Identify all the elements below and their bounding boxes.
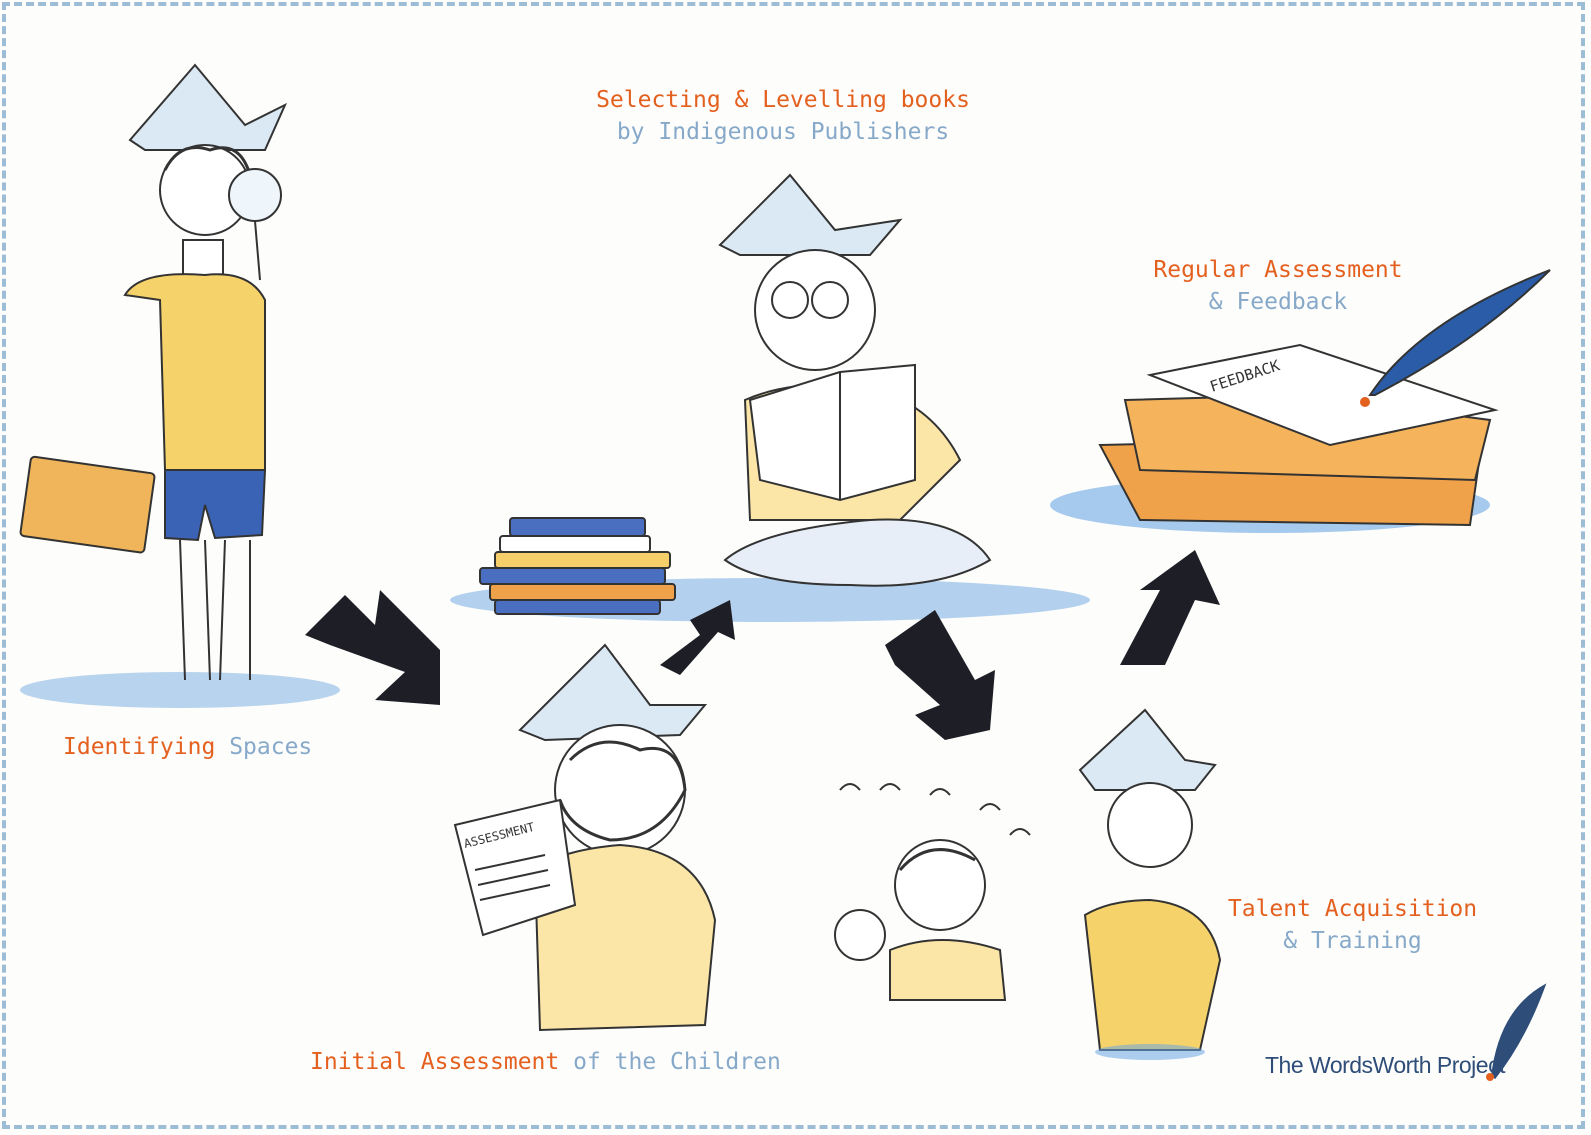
step-talent-label: Talent Acquisition & Training xyxy=(1205,893,1500,957)
step-identifying-label: Identifying Spaces xyxy=(63,731,312,763)
step-selecting-line1: Selecting & Levelling books xyxy=(596,87,970,113)
figure-talent-child xyxy=(1078,708,1222,1060)
book-stack-center xyxy=(479,517,676,615)
arrow-selecting-to-talent xyxy=(885,610,995,740)
figure-children-group xyxy=(834,783,1031,1001)
step-regular-label: Regular Assessment & Feedback xyxy=(1118,254,1438,318)
illustration-canvas: FEEDBACK ASSESSMENT xyxy=(19,63,1551,1081)
step-identifying-secondary: Spaces xyxy=(229,734,313,760)
step-regular-line2: & Feedback xyxy=(1208,289,1348,315)
step-regular-line1: Regular Assessment xyxy=(1153,257,1403,283)
process-diagram: FEEDBACK ASSESSMENT Selecting & Levellin… xyxy=(0,0,1591,1135)
figure-reader xyxy=(718,173,992,587)
step-talent-line2: & Training xyxy=(1283,928,1422,954)
step-initial-label: Initial Assessment of the Children xyxy=(310,1046,781,1078)
step-initial-primary: Initial Assessment xyxy=(310,1049,560,1075)
figure-identifying-child xyxy=(19,63,288,681)
step-selecting-label: Selecting & Levelling books by Indigenou… xyxy=(560,84,1006,148)
brand-logo-text: The WordsWorth Project xyxy=(1265,1052,1505,1078)
figure-assessor: ASSESSMENT xyxy=(453,643,717,1032)
step-identifying-primary: Identifying xyxy=(63,734,216,760)
step-selecting-line2: by Indigenous Publishers xyxy=(616,119,950,145)
arrow-talent-to-regular xyxy=(1120,550,1220,665)
step-initial-secondary: of the Children xyxy=(573,1049,781,1075)
step-talent-line1: Talent Acquisition xyxy=(1227,896,1478,922)
ground-shadow-left xyxy=(20,672,340,708)
